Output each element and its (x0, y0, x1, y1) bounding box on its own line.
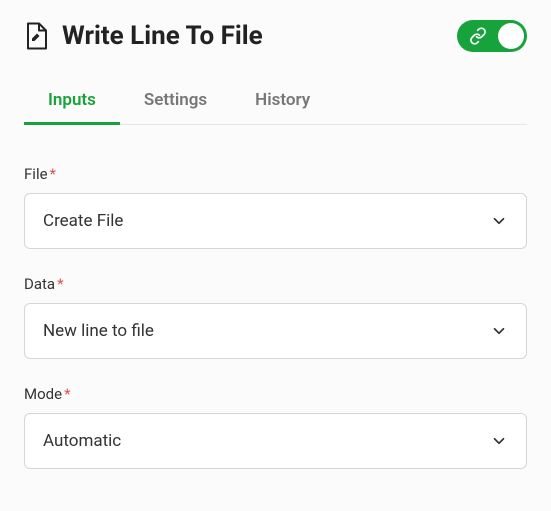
tab-settings[interactable]: Settings (144, 82, 207, 124)
link-icon (469, 27, 487, 45)
chevron-down-icon (490, 212, 508, 230)
label-text: Mode (24, 385, 62, 403)
file-select[interactable]: Create File (24, 193, 527, 249)
required-mark: * (64, 385, 70, 403)
toggle-knob (498, 23, 524, 49)
header: Write Line To File (24, 20, 527, 52)
panel: Write Line To File Inputs Settings Histo… (0, 0, 551, 469)
mode-select[interactable]: Automatic (24, 413, 527, 469)
label-text: Data (24, 275, 55, 293)
page-title: Write Line To File (62, 21, 263, 51)
field-file: File* Create File (24, 165, 527, 249)
label-text: File (24, 165, 48, 183)
field-data: Data* New line to file (24, 275, 527, 359)
field-mode: Mode* Automatic (24, 385, 527, 469)
label-data: Data* (24, 275, 527, 293)
form-inputs: File* Create File Data* New line to file (24, 125, 527, 469)
connect-toggle[interactable] (457, 20, 527, 52)
mode-select-value: Automatic (43, 431, 121, 451)
data-select[interactable]: New line to file (24, 303, 527, 359)
chevron-down-icon (490, 322, 508, 340)
file-select-value: Create File (43, 211, 123, 231)
file-edit-icon (24, 22, 48, 50)
tab-label: Settings (144, 90, 207, 110)
tab-label: Inputs (48, 90, 96, 110)
tab-label: History (255, 90, 310, 110)
tab-history[interactable]: History (255, 82, 310, 124)
data-select-value: New line to file (43, 321, 154, 341)
required-mark: * (50, 165, 56, 183)
tab-inputs[interactable]: Inputs (48, 82, 96, 124)
required-mark: * (57, 275, 63, 293)
label-mode: Mode* (24, 385, 527, 403)
chevron-down-icon (490, 432, 508, 450)
title-wrap: Write Line To File (24, 21, 263, 51)
tabs: Inputs Settings History (24, 82, 527, 125)
label-file: File* (24, 165, 527, 183)
